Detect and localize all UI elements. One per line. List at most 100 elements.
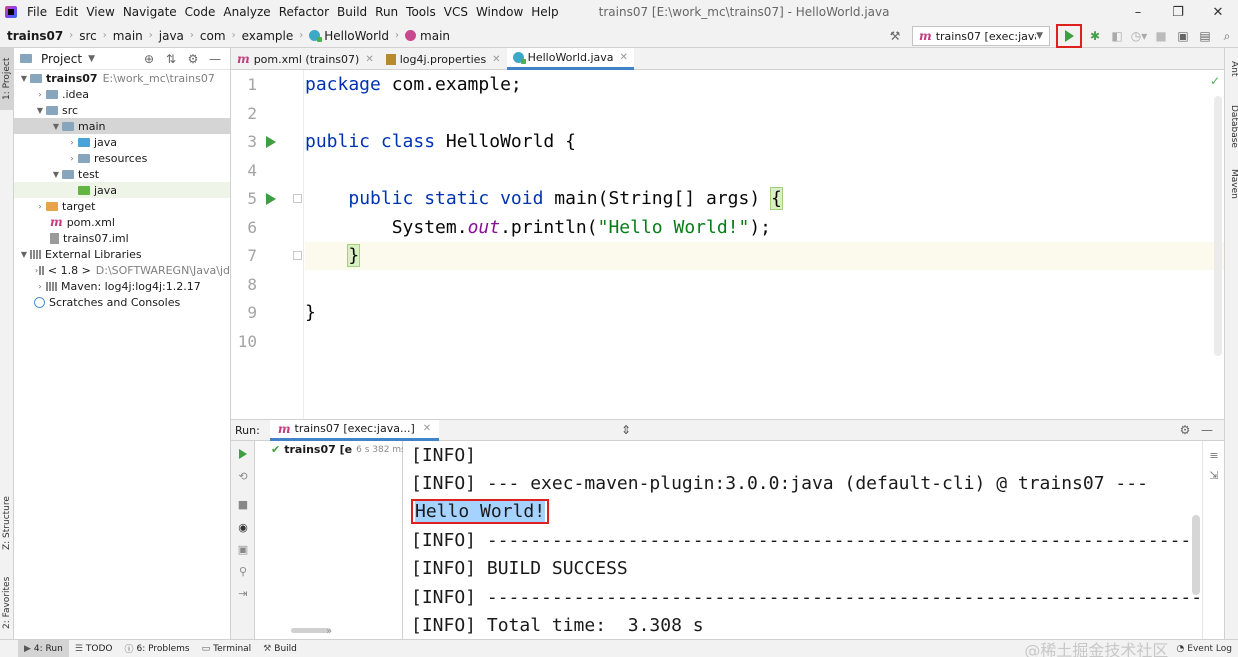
code-editor[interactable]: 1 2 3 4 5 6 7 8 9 10 package com.example… — [231, 70, 1224, 419]
menu-file[interactable]: File — [23, 0, 51, 24]
tree-item-maven-lib[interactable]: › Maven: log4j:log4j:1.2.17 — [14, 278, 230, 294]
pin-icon[interactable]: ⚲ — [231, 560, 255, 582]
menu-analyze[interactable]: Analyze — [219, 0, 274, 24]
tree-item-test[interactable]: ▼ test — [14, 166, 230, 182]
chevron-down-icon[interactable]: ▼ — [88, 54, 95, 64]
exit-icon[interactable]: ⇥ — [231, 582, 255, 604]
console-output[interactable]: [INFO] [INFO] --- exec-maven-plugin:3.0.… — [403, 441, 1202, 639]
rerun-failed-icon[interactable]: ⟲ — [231, 465, 255, 487]
menu-vcs[interactable]: VCS — [440, 0, 472, 24]
bottom-tab-build[interactable]: ⚒ Build — [257, 640, 303, 657]
minimize-button[interactable]: – — [1118, 0, 1158, 24]
tab-helloworld-java[interactable]: HelloWorld.java ✕ — [506, 48, 634, 70]
fold-marker-icon[interactable] — [293, 194, 302, 203]
camera-icon[interactable]: ▣ — [231, 538, 255, 560]
stop-icon[interactable]: ■ — [1150, 25, 1172, 47]
collapse-arrow-icon[interactable]: › — [34, 90, 46, 99]
expand-arrow-icon[interactable]: ▼ — [50, 122, 62, 131]
breadcrumb-com[interactable]: com — [197, 29, 229, 43]
menu-navigate[interactable]: Navigate — [119, 0, 181, 24]
breadcrumb-main[interactable]: main — [110, 29, 146, 43]
tool-tab-favorites[interactable]: 2: Favorites — [0, 570, 14, 636]
tree-item-scratches[interactable]: Scratches and Consoles — [14, 294, 230, 310]
bottom-tab-terminal[interactable]: ▭ Terminal — [196, 640, 258, 657]
menu-window[interactable]: Window — [472, 0, 527, 24]
menu-code[interactable]: Code — [181, 0, 220, 24]
tool-tab-maven[interactable]: Maven — [1225, 162, 1238, 206]
console-scrollbar[interactable] — [1192, 515, 1200, 595]
locate-icon[interactable]: ⊕ — [138, 52, 160, 66]
run-gutter-icon[interactable] — [266, 136, 276, 148]
stop-icon[interactable]: ■ — [231, 493, 255, 515]
profile-icon[interactable]: ◷▾ — [1128, 25, 1150, 47]
menu-refactor[interactable]: Refactor — [275, 0, 333, 24]
close-tab-icon[interactable]: ✕ — [620, 52, 628, 63]
tree-item-project-root[interactable]: ▼ trains07 E:\work_mc\trains07 — [14, 70, 230, 86]
breadcrumb-class[interactable]: HelloWorld — [306, 29, 392, 43]
expand-arrow-icon[interactable]: ▼ — [18, 74, 30, 83]
soft-wrap-icon[interactable]: ≡ — [1203, 445, 1225, 465]
tree-item-src[interactable]: ▼ src — [14, 102, 230, 118]
layout-icon[interactable]: ▤ — [1194, 25, 1216, 47]
close-tab-icon[interactable]: ✕ — [365, 54, 373, 65]
rerun-button[interactable] — [231, 443, 255, 465]
tree-item-test-java[interactable]: java — [14, 182, 230, 198]
breadcrumb-src[interactable]: src — [76, 29, 100, 43]
inspection-ok-icon[interactable]: ✓ — [1210, 74, 1220, 88]
project-structure-icon[interactable]: ▣ — [1172, 25, 1194, 47]
expand-arrow-icon[interactable]: ▼ — [50, 170, 62, 179]
tool-tab-ant[interactable]: Ant — [1225, 54, 1238, 84]
tree-item-jdk[interactable]: › < 1.8 > D:\SOFTWAREGN\Java\jd — [14, 262, 230, 278]
tree-item-main[interactable]: ▼ main — [14, 118, 230, 134]
tree-item-target[interactable]: › target — [14, 198, 230, 214]
search-icon[interactable]: ⌕ — [1216, 25, 1238, 47]
fold-marker-icon[interactable] — [293, 251, 302, 260]
tree-item-java[interactable]: › java — [14, 134, 230, 150]
menu-build[interactable]: Build — [333, 0, 371, 24]
bottom-tab-run[interactable]: ▶ 4: Run — [18, 640, 69, 657]
tab-pom-xml[interactable]: m pom.xml (trains07) ✕ — [231, 48, 380, 70]
run-button[interactable] — [1056, 24, 1082, 48]
tool-tab-database[interactable]: Database — [1225, 98, 1238, 154]
debug-bug-icon[interactable]: ✱ — [1084, 25, 1106, 47]
bottom-tab-problems[interactable]: ⓘ 6: Problems — [119, 640, 196, 657]
expand-arrow-icon[interactable]: ▼ — [18, 250, 30, 259]
scroll-to-end-icon[interactable]: ⇲ — [1203, 465, 1225, 485]
menu-view[interactable]: View — [82, 0, 118, 24]
eye-icon[interactable]: ◉ — [231, 516, 255, 538]
event-log-button[interactable]: ◔ Event Log — [1176, 644, 1232, 654]
restore-button[interactable]: ❐ — [1158, 0, 1198, 24]
gear-icon[interactable]: ⚙ — [1174, 423, 1196, 437]
collapse-arrow-icon[interactable]: › — [34, 202, 46, 211]
collapse-arrow-icon[interactable]: › — [66, 138, 78, 147]
run-tree-item[interactable]: ✔ trains07 [e 6 s 382 ms — [271, 443, 406, 456]
run-tab-trains07[interactable]: m trains07 [exec:java...] ✕ — [269, 419, 440, 441]
project-panel-title[interactable]: Project — [41, 52, 82, 66]
hide-icon[interactable]: — — [204, 52, 226, 66]
close-tab-icon[interactable]: ✕ — [492, 54, 500, 65]
hide-icon[interactable]: — — [1196, 423, 1218, 437]
tree-item-external-libraries[interactable]: ▼ External Libraries — [14, 246, 230, 262]
run-configuration-select[interactable]: m trains07 [exec:java...] ▼ — [912, 26, 1050, 46]
gear-icon[interactable]: ⚙ — [182, 52, 204, 66]
tool-tab-project[interactable]: 1: Project — [0, 48, 14, 110]
build-hammer-icon[interactable]: ⚒ — [884, 25, 906, 47]
menu-help[interactable]: Help — [527, 0, 562, 24]
breadcrumb-example[interactable]: example — [239, 29, 297, 43]
breadcrumb-method[interactable]: main — [402, 29, 453, 43]
tree-item-resources[interactable]: › resources — [14, 150, 230, 166]
expand-arrow-icon[interactable]: ▼ — [34, 106, 46, 115]
menu-run[interactable]: Run — [371, 0, 402, 24]
menu-tools[interactable]: Tools — [402, 0, 440, 24]
editor-scrollbar[interactable] — [1214, 96, 1222, 356]
collapse-arrow-icon[interactable]: › — [66, 154, 78, 163]
bottom-tab-todo[interactable]: ☰ TODO — [69, 640, 119, 657]
tool-tab-structure[interactable]: Z: Structure — [0, 486, 14, 560]
collapse-all-icon[interactable]: ⇅ — [160, 52, 182, 66]
breadcrumb-java[interactable]: java — [156, 29, 187, 43]
close-button[interactable]: ✕ — [1198, 0, 1238, 24]
close-tab-icon[interactable]: ✕ — [423, 423, 431, 434]
tree-item-pom[interactable]: m pom.xml — [14, 214, 230, 230]
collapse-arrow-icon[interactable]: › — [34, 282, 46, 291]
more-icon[interactable]: » — [255, 626, 403, 637]
